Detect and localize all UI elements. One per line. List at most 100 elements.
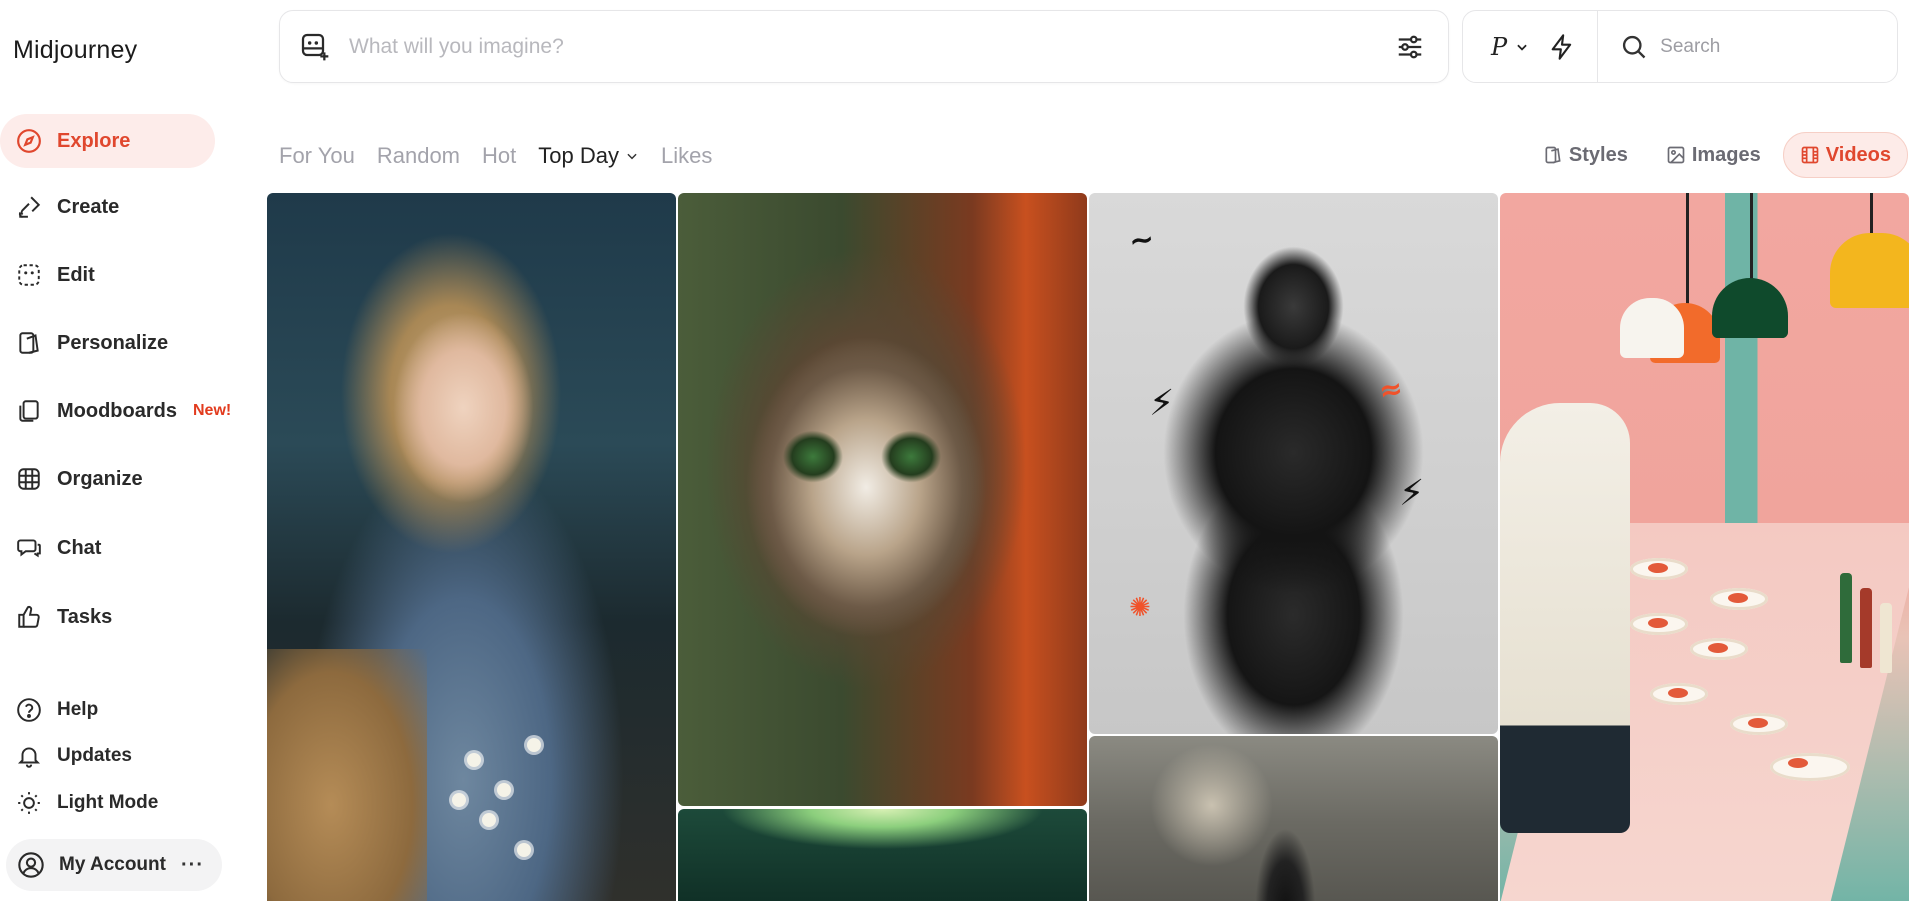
sidebar-item-edit[interactable]: Edit — [0, 248, 215, 302]
styles-label: Styles — [1568, 143, 1628, 166]
prompt-input[interactable] — [349, 34, 1394, 59]
more-options-icon[interactable]: ··· — [181, 854, 204, 877]
flower-decoration — [497, 783, 511, 797]
videos-label: Videos — [1825, 143, 1891, 166]
moodboards-icon — [16, 398, 42, 424]
sidebar-item-create[interactable]: Create — [0, 180, 215, 234]
new-badge: New! — [193, 402, 232, 419]
plate — [1690, 638, 1748, 660]
flower-decoration — [482, 813, 496, 827]
bottle — [1880, 603, 1892, 673]
chef-figure — [1500, 403, 1630, 833]
flower-decoration — [452, 793, 466, 807]
plate — [1770, 753, 1850, 781]
flower-decoration — [517, 843, 531, 857]
sidebar-item-label: Help — [57, 699, 99, 720]
tab-top-day-label: Top Day — [538, 143, 619, 168]
help-icon — [16, 697, 42, 723]
plate — [1710, 588, 1768, 610]
gallery-image-chef-painting[interactable] — [1500, 193, 1909, 901]
sidebar-item-explore[interactable]: Explore — [0, 114, 215, 168]
poster-scribble: ⚡ — [1399, 473, 1425, 514]
poster-scribble: ✺ — [1129, 593, 1151, 623]
tab-hot[interactable]: Hot — [482, 143, 516, 169]
sidebar-item-label: Updates — [57, 745, 132, 766]
personalize-icon — [16, 330, 42, 356]
feed-tabs: For You Random Hot Top Day Likes — [279, 140, 734, 172]
tab-top-day[interactable]: Top Day — [538, 143, 639, 169]
prompt-bar — [279, 10, 1449, 83]
account-icon — [17, 851, 45, 879]
poster-scribble: ~ — [1126, 221, 1157, 260]
sidebar-item-organize[interactable]: Organize — [0, 452, 215, 506]
styles-button[interactable]: Styles — [1527, 132, 1644, 178]
sidebar-item-label: Tasks — [57, 605, 113, 628]
edit-frame-icon — [16, 262, 42, 288]
gallery-image-bottle-splash[interactable] — [1089, 736, 1498, 901]
toolbar-right: P — [1462, 10, 1898, 83]
images-button[interactable]: Images — [1650, 132, 1777, 178]
tab-random[interactable]: Random — [377, 143, 460, 169]
sidebar-item-light-mode[interactable]: Light Mode — [0, 782, 215, 824]
plate — [1630, 558, 1688, 580]
compass-icon — [16, 128, 42, 154]
sidebar-item-label: Personalize — [57, 331, 169, 354]
image-gallery: ~ ≈ ⚡ ⚡ ✺ — [267, 193, 1910, 901]
chevron-down-icon — [1515, 40, 1529, 54]
flower-decoration — [527, 738, 541, 752]
lamp-cord — [1750, 193, 1753, 283]
gallery-image-girl-flowers[interactable] — [267, 193, 676, 901]
bottle — [1840, 573, 1852, 663]
gallery-image-green-light[interactable] — [678, 809, 1087, 901]
flower-decoration — [467, 753, 481, 767]
chef-hat — [1620, 298, 1684, 358]
sidebar-item-label: Edit — [57, 263, 95, 286]
gallery-image-poster[interactable]: ~ ≈ ⚡ ⚡ ✺ — [1089, 193, 1498, 734]
chevron-down-icon — [625, 149, 639, 163]
images-label: Images — [1691, 143, 1761, 166]
sidebar-item-updates[interactable]: Updates — [0, 735, 215, 777]
videos-button[interactable]: Videos — [1782, 132, 1908, 178]
sidebar-item-label: Moodboards — [57, 399, 177, 422]
sidebar-item-moodboards[interactable]: Moodboards New! — [0, 384, 240, 438]
my-account-button[interactable]: My Account ··· — [6, 839, 222, 891]
sidebar-item-label: Create — [57, 195, 120, 218]
personalize-letter: P — [1491, 32, 1508, 61]
tab-for-you[interactable]: For You — [279, 143, 355, 169]
plate — [1650, 683, 1708, 705]
lamp-cord — [1870, 193, 1873, 238]
account-label: My Account — [59, 854, 166, 875]
sidebar-item-help[interactable]: Help — [0, 689, 215, 731]
chat-icon — [16, 535, 42, 561]
sidebar-item-tasks[interactable]: Tasks — [0, 590, 215, 644]
sidebar-item-label: Organize — [57, 467, 143, 490]
search-box[interactable] — [1598, 33, 1897, 61]
sidebar-item-personalize[interactable]: Personalize — [0, 316, 215, 370]
media-type-toggles: Styles Images Videos — [1521, 132, 1908, 178]
bell-icon — [16, 743, 42, 769]
lightning-icon[interactable] — [1547, 32, 1577, 62]
sidebar: Midjourney Explore Create Edit Personali… — [0, 0, 240, 901]
sidebar-item-chat[interactable]: Chat — [0, 521, 215, 575]
lamp-cord — [1686, 193, 1689, 308]
settings-sliders-icon[interactable] — [1394, 31, 1426, 63]
poster-scribble: ⚡ — [1149, 383, 1175, 424]
sidebar-item-label: Chat — [57, 536, 102, 559]
search-icon — [1620, 33, 1648, 61]
grid-icon — [16, 466, 42, 492]
tab-likes[interactable]: Likes — [661, 143, 712, 169]
film-icon — [1800, 145, 1820, 165]
sun-icon — [16, 790, 42, 816]
thumbs-up-icon — [16, 604, 42, 630]
add-image-icon[interactable] — [299, 31, 331, 63]
personalize-menu[interactable]: P — [1491, 33, 1529, 61]
brand-logo[interactable]: Midjourney — [13, 36, 137, 65]
pendant-lamp — [1712, 278, 1788, 338]
search-input[interactable] — [1660, 35, 1861, 58]
gallery-image-cat[interactable] — [678, 193, 1087, 806]
brush-icon — [16, 194, 42, 220]
sidebar-item-label: Explore — [57, 129, 131, 152]
plate — [1730, 713, 1788, 735]
bottle — [1860, 588, 1872, 668]
styles-icon — [1543, 145, 1563, 165]
